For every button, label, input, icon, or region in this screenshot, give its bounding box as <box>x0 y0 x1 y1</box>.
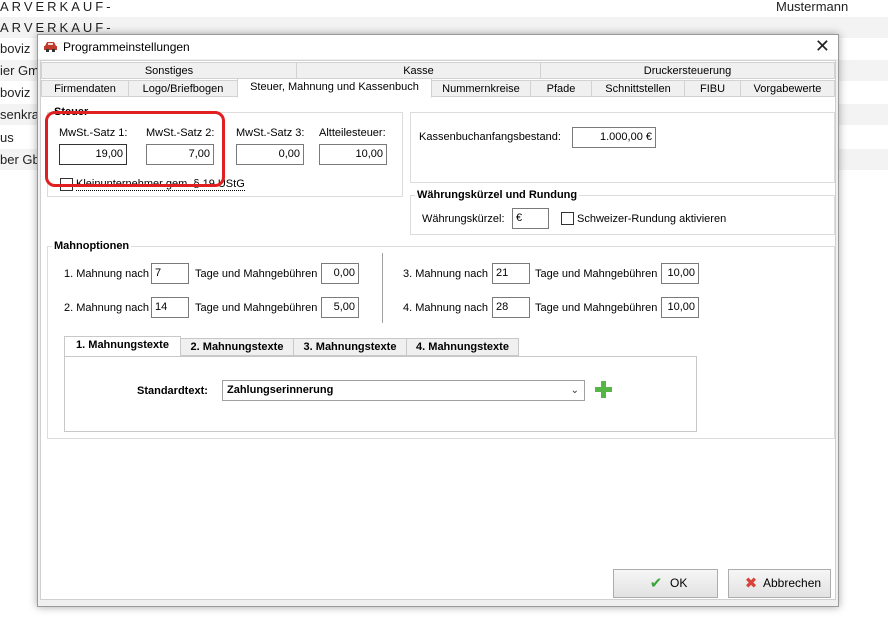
standardtext-select[interactable]: Zahlungserinnerung ⌄ <box>222 380 585 401</box>
tab-mahnungstexte-2[interactable]: 2. Mahnungstexte <box>180 338 294 356</box>
tab-schnittstellen[interactable]: Schnittstellen <box>591 80 685 97</box>
mahnung-1-days-input[interactable]: 7 <box>151 263 189 284</box>
ok-button[interactable]: ✔ OK <box>613 569 718 598</box>
checkmark-icon: ✔ <box>649 575 663 592</box>
schweizer-rundung-checkbox[interactable] <box>561 212 574 225</box>
kassenbuch-input[interactable]: 1.000,00 € <box>572 127 656 148</box>
tab-sonstiges[interactable]: Sonstiges <box>41 62 297 79</box>
mahnoptionen-title: Mahnoptionen <box>52 240 132 252</box>
standardtext-label: Standardtext: <box>137 385 208 397</box>
tab-mahnungstexte-1[interactable]: 1. Mahnungstexte <box>64 336 181 357</box>
background-row-text: us <box>0 130 14 145</box>
tab-vorgabewerte[interactable]: Vorgabewerte <box>740 80 835 97</box>
highlight-annotation <box>45 111 225 187</box>
mahnung-2-suffix: Tage und Mahngebühren <box>195 302 318 314</box>
mahnung-2-label: 2. Mahnung nach <box>64 302 150 314</box>
tab-mahnungstexte-4[interactable]: 4. Mahnungstexte <box>406 338 519 356</box>
background-row-text: boviz <box>0 85 31 100</box>
mahnung-2-days-input[interactable]: 14 <box>151 297 189 318</box>
background-row-text: ber Gb <box>0 152 40 167</box>
mahnung-4-fee-input[interactable]: 10,00 <box>661 297 699 318</box>
mwst3-label: MwSt.-Satz 3: <box>236 127 305 139</box>
altteil-input[interactable]: 10,00 <box>319 144 387 165</box>
altteil-label: Altteilesteuer: <box>319 127 386 139</box>
cancel-label: Abbrechen <box>763 576 822 590</box>
ok-label: OK <box>670 576 688 590</box>
mahnung-1-suffix: Tage und Mahngebühren <box>195 268 318 280</box>
tab-firmendaten[interactable]: Firmendaten <box>41 80 129 97</box>
tab-pfade[interactable]: Pfade <box>530 80 592 97</box>
mahnung-1-label: 1. Mahnung nach <box>64 268 150 280</box>
kassenbuch-group: Kassenbuchanfangsbestand: 1.000,00 € <box>410 112 835 183</box>
mahnung-3-fee-input[interactable]: 10,00 <box>661 263 699 284</box>
tab-nummernkreise[interactable]: Nummernkreise <box>431 80 531 97</box>
background-row-text: ARVERKAUF- <box>0 0 114 14</box>
tab-logo-briefbogen[interactable]: Logo/Briefbogen <box>128 80 238 97</box>
mahnoptionen-group: Mahnoptionen 1. Mahnung nach 7 Tage und … <box>47 240 835 439</box>
title-bar[interactable]: Programmeinstellungen ✕ <box>38 35 838 59</box>
mahnung-divider <box>382 253 383 323</box>
mahnung-4-label: 4. Mahnung nach <box>403 302 489 314</box>
mahnung-1-fee-input[interactable]: 0,00 <box>321 263 359 284</box>
waehrung-kuerzel-input[interactable]: € <box>512 208 549 229</box>
mahnung-2-fee-input[interactable]: 5,00 <box>321 297 359 318</box>
waehrung-group: Währungskürzel und Rundung Währungskürze… <box>410 189 835 235</box>
dialog-title: Programmeinstellungen <box>63 40 190 54</box>
cancel-x-icon: ✖ <box>744 575 758 592</box>
add-icon[interactable] <box>595 381 612 398</box>
car-icon <box>44 42 57 52</box>
cancel-button[interactable]: ✖ Abbrechen <box>728 569 831 598</box>
background-user-name: Mustermann <box>776 0 849 14</box>
background-row-text: boviz <box>0 41 31 56</box>
waehrung-kuerzel-label: Währungskürzel: <box>422 213 505 225</box>
mahnungstexte-panel: Standardtext: Zahlungserinnerung ⌄ <box>64 356 697 432</box>
tab-kasse[interactable]: Kasse <box>296 62 541 79</box>
background-row: ARVERKAUF- Mustermann <box>0 0 888 17</box>
background-row-text: ier Gm <box>0 63 39 78</box>
mahnung-4-suffix: Tage und Mahngebühren <box>535 302 658 314</box>
waehrung-title: Währungskürzel und Rundung <box>415 189 580 201</box>
close-icon[interactable]: ✕ <box>815 37 830 55</box>
mahnung-4-days-input[interactable]: 28 <box>492 297 530 318</box>
tab-fibu[interactable]: FIBU <box>684 80 741 97</box>
mahnung-3-suffix: Tage und Mahngebühren <box>535 268 658 280</box>
tab-steuer-mahnung-kassenbuch[interactable]: Steuer, Mahnung und Kassenbuch <box>237 78 432 98</box>
tab-druckersteuerung[interactable]: Druckersteuerung <box>540 62 835 79</box>
chevron-down-icon: ⌄ <box>570 385 579 396</box>
mahnung-3-days-input[interactable]: 21 <box>492 263 530 284</box>
schweizer-rundung-label[interactable]: Schweizer-Rundung aktivieren <box>577 213 726 225</box>
mahnung-3-label: 3. Mahnung nach <box>403 268 489 280</box>
mwst3-input[interactable]: 0,00 <box>236 144 304 165</box>
kassenbuch-label: Kassenbuchanfangsbestand: <box>419 131 561 143</box>
tab-mahnungstexte-3[interactable]: 3. Mahnungstexte <box>293 338 407 356</box>
standardtext-value: Zahlungserinnerung <box>227 384 334 396</box>
